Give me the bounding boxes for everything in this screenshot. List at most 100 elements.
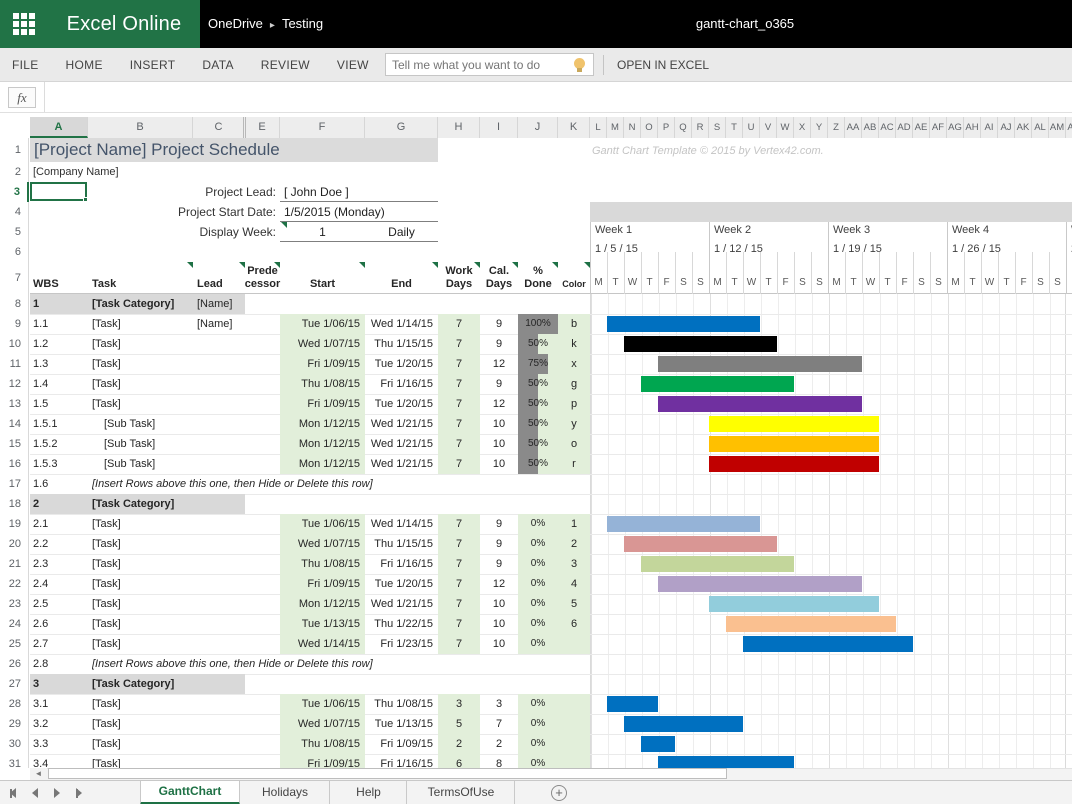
row-header-7[interactable]: 7 [0, 262, 29, 294]
cell-task[interactable]: [Task] [92, 334, 192, 354]
column-header-N[interactable]: N [624, 117, 641, 138]
cell-start[interactable]: Tue 1/06/15 [280, 514, 365, 534]
column-header-AE[interactable]: AE [913, 117, 930, 138]
cell-caldays[interactable]: 10 [480, 454, 518, 474]
cell-wbs[interactable]: 2.7 [33, 634, 85, 654]
column-header-C[interactable]: C [193, 117, 245, 138]
day-letter[interactable]: F [777, 274, 794, 294]
display-week-unit[interactable]: Daily [365, 222, 438, 242]
cell-color[interactable]: 1 [558, 514, 590, 534]
row-header-14[interactable]: 14 [0, 414, 29, 434]
cell-end[interactable]: Fri 1/16/15 [365, 374, 438, 394]
cell-wbs[interactable]: 1.3 [33, 354, 85, 374]
cell-wbs[interactable]: 3.4 [33, 754, 85, 768]
cell-pctdone[interactable]: 0% [518, 754, 558, 768]
cell-task[interactable]: [Task] [92, 554, 192, 574]
cell-pctdone[interactable]: 0% [518, 594, 558, 614]
cell-end[interactable]: Wed 1/21/15 [365, 594, 438, 614]
day-letter[interactable]: W [981, 274, 998, 294]
day-letter[interactable]: F [1015, 274, 1032, 294]
cell-caldays[interactable]: 12 [480, 394, 518, 414]
cell-task[interactable]: [Task] [92, 514, 192, 534]
column-header-G[interactable]: G [365, 117, 438, 138]
row-header-5[interactable]: 5 [0, 222, 29, 242]
cell-caldays[interactable]: 8 [480, 754, 518, 768]
column-header-Z[interactable]: Z [828, 117, 845, 138]
cell-caldays[interactable]: 9 [480, 314, 518, 334]
column-header-S[interactable]: S [709, 117, 726, 138]
fill-handle[interactable] [83, 197, 88, 202]
sheet-tab-holidays[interactable]: Holidays [241, 781, 330, 804]
cell-end[interactable]: Fri 1/23/15 [365, 634, 438, 654]
header-task[interactable]: Task [92, 262, 182, 294]
row-header-16[interactable]: 16 [0, 454, 29, 474]
row-header-29[interactable]: 29 [0, 714, 29, 734]
column-header-AJ[interactable]: AJ [998, 117, 1015, 138]
scrollbar-thumb[interactable] [48, 768, 727, 779]
cell-task[interactable]: [Task Category] [92, 674, 192, 694]
breadcrumb-onedrive[interactable]: OneDrive [208, 16, 263, 31]
cell-caldays[interactable]: 9 [480, 374, 518, 394]
next-sheet-icon[interactable] [54, 788, 60, 798]
cell-pctdone[interactable]: 50% [518, 454, 558, 474]
column-header-AH[interactable]: AH [964, 117, 981, 138]
cell-wbs[interactable]: 3.2 [33, 714, 85, 734]
day-letter[interactable]: T [964, 274, 981, 294]
cell-start[interactable]: Fri 1/09/15 [280, 574, 365, 594]
day-letter[interactable]: T [998, 274, 1015, 294]
column-header-P[interactable]: P [658, 117, 675, 138]
cell-color[interactable]: x [558, 354, 590, 374]
project-title-cell[interactable]: [Project Name] Project Schedule [30, 138, 438, 162]
cell-color[interactable] [558, 754, 590, 768]
cell-wbs[interactable]: 2.8 [33, 654, 85, 674]
cell-pctdone[interactable]: 0% [518, 614, 558, 634]
row-header-13[interactable]: 13 [0, 394, 29, 414]
cell-wbs[interactable]: 3 [33, 674, 85, 694]
column-header-AD[interactable]: AD [896, 117, 913, 138]
sheet-tab-ganttchart[interactable]: GanttChart [140, 781, 240, 804]
cell-wbs[interactable]: 1.5.2 [33, 434, 85, 454]
column-header-A[interactable]: A [30, 117, 88, 138]
brand-title[interactable]: Excel Online [48, 0, 200, 48]
day-letter[interactable]: S [811, 274, 828, 294]
column-header-AG[interactable]: AG [947, 117, 964, 138]
cell-wbs[interactable]: 1.6 [33, 474, 85, 494]
column-header-B[interactable]: B [88, 117, 193, 138]
cell-color[interactable]: 2 [558, 534, 590, 554]
cell-start[interactable]: Wed 1/07/15 [280, 714, 365, 734]
cell-color[interactable]: k [558, 334, 590, 354]
row-header-20[interactable]: 20 [0, 534, 29, 554]
cell-task[interactable]: [Task] [92, 634, 192, 654]
cell-pctdone[interactable]: 50% [518, 334, 558, 354]
cell-caldays[interactable]: 10 [480, 614, 518, 634]
cell-task[interactable]: [Task] [92, 574, 192, 594]
row-header-15[interactable]: 15 [0, 434, 29, 454]
active-cell-A3[interactable] [30, 182, 87, 201]
cell-caldays[interactable]: 10 [480, 634, 518, 654]
cell-wbs[interactable]: 1.4 [33, 374, 85, 394]
breadcrumb-folder[interactable]: Testing [282, 16, 323, 31]
cell-color[interactable]: 6 [558, 614, 590, 634]
day-letter[interactable]: M [709, 274, 726, 294]
cell-workdays[interactable]: 7 [438, 334, 480, 354]
cell-workdays[interactable]: 7 [438, 554, 480, 574]
last-sheet-icon[interactable] [76, 788, 82, 798]
tab-data[interactable]: DATA [202, 58, 233, 72]
cell-color[interactable]: p [558, 394, 590, 414]
cell-end[interactable]: Thu 1/08/15 [365, 694, 438, 714]
tab-review[interactable]: REVIEW [261, 58, 310, 72]
cell-task[interactable]: [Task] [92, 394, 192, 414]
cell-workdays[interactable]: 7 [438, 534, 480, 554]
cell-color[interactable]: 3 [558, 554, 590, 574]
tab-file[interactable]: FILE [12, 58, 39, 72]
cell-wbs[interactable]: 1.2 [33, 334, 85, 354]
cell-caldays[interactable]: 12 [480, 354, 518, 374]
row-header-28[interactable]: 28 [0, 694, 29, 714]
day-letter[interactable]: S [794, 274, 811, 294]
cell-start[interactable]: Tue 1/13/15 [280, 614, 365, 634]
cell-wbs[interactable]: 2 [33, 494, 85, 514]
cell-caldays[interactable]: 7 [480, 714, 518, 734]
header-lead[interactable]: Lead [197, 262, 241, 294]
column-header-J[interactable]: J [518, 117, 558, 138]
cell-wbs[interactable]: 2.4 [33, 574, 85, 594]
